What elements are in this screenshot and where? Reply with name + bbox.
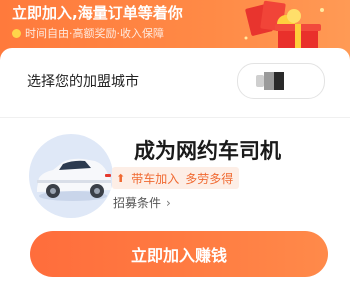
- join-now-button[interactable]: 立即加入赚钱: [30, 231, 328, 277]
- banner-subtitle: 时间自由·高额奖励·收入保障: [12, 25, 164, 41]
- banner-title: 立即加入,海量订单等着你: [12, 4, 183, 22]
- recruit-conditions-link[interactable]: 招募条件 ›: [113, 194, 171, 211]
- city-value-redacted: [256, 75, 264, 87]
- perk-text-1: 带车加入: [131, 171, 180, 186]
- recruit-conditions-label: 招募条件: [113, 196, 162, 210]
- gift-box-icon: [244, 0, 324, 50]
- perk-badge: ⬆ 带车加入 多劳多得: [112, 167, 240, 189]
- up-arrow-icon: ⬆: [116, 171, 126, 185]
- driver-card-title: 成为网约车司机: [134, 139, 281, 163]
- city-select-dropdown[interactable]: [237, 63, 325, 99]
- city-selector-label: 选择您的加盟城市: [27, 74, 139, 90]
- city-value-redacted: [274, 72, 284, 90]
- section-divider: [0, 117, 350, 118]
- coin-icon: [12, 28, 21, 38]
- chevron-right-icon: ›: [166, 195, 171, 210]
- city-value-redacted: [264, 72, 274, 90]
- car-illustration: [37, 158, 111, 201]
- banner-subtitle-text: 时间自由·高额奖励·收入保障: [25, 27, 164, 40]
- city-selector-card: 选择您的加盟城市: [0, 48, 350, 118]
- car-image: [29, 134, 113, 218]
- perk-text-2: 多劳多得: [185, 171, 234, 186]
